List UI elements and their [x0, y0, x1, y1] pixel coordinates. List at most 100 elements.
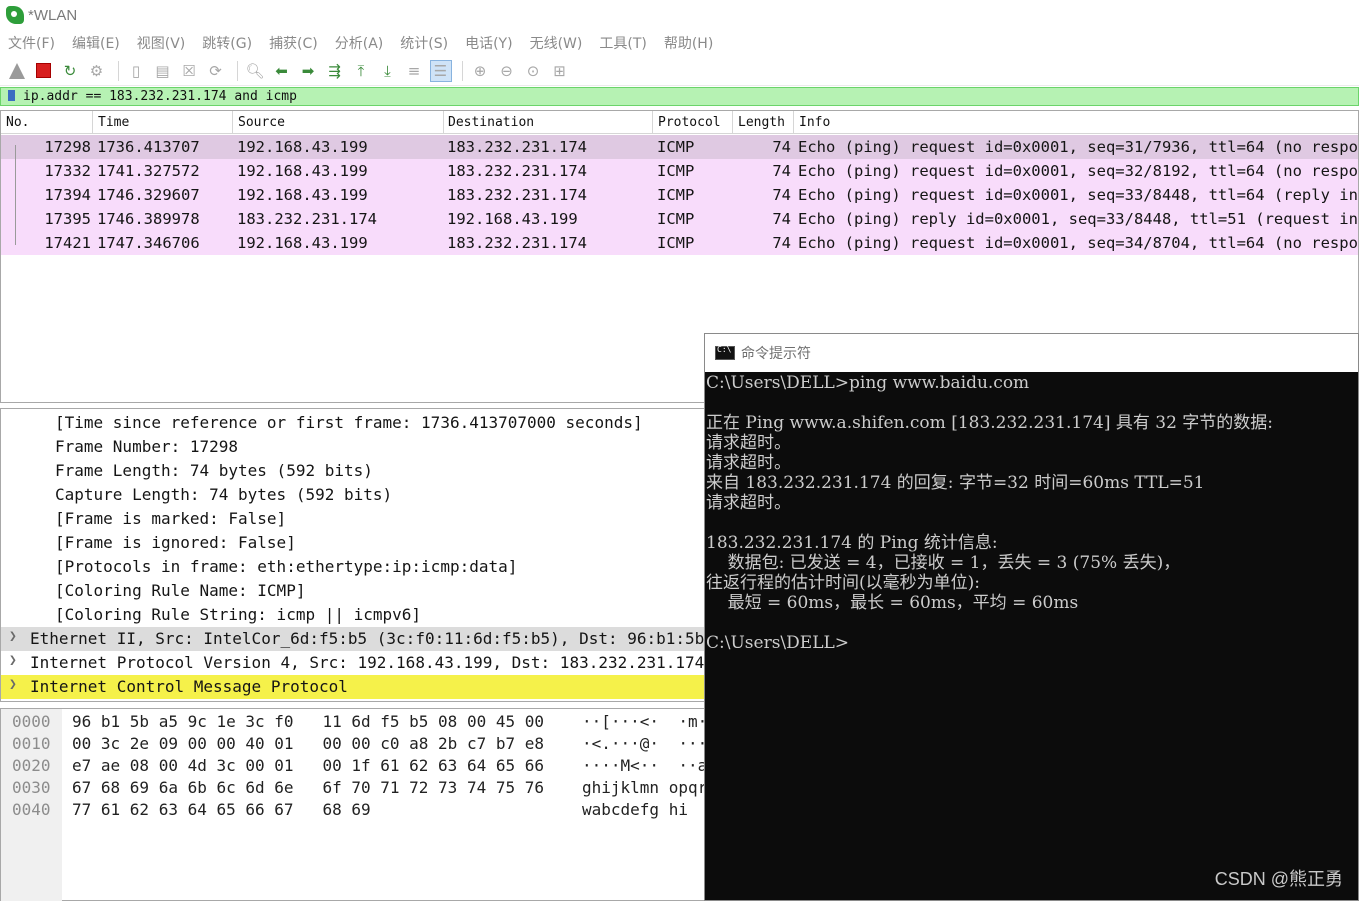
- column-info[interactable]: Info: [799, 115, 830, 130]
- bookmark-icon[interactable]: [6, 89, 19, 105]
- menu-telephony[interactable]: 电话(Y): [465, 33, 512, 53]
- go-last-icon[interactable]: ⤓: [377, 60, 399, 82]
- byte-hex[interactable]: 77 61 62 63 64 65 66 67 68 69: [72, 800, 371, 819]
- column-length[interactable]: Length: [738, 115, 785, 130]
- tree-ethernet[interactable]: ❯ Ethernet II, Src: IntelCor_6d:f5:b5 (3…: [1, 627, 705, 651]
- capture-options-icon[interactable]: ⚙: [86, 60, 108, 82]
- stop-capture-icon[interactable]: [33, 60, 55, 82]
- column-divider: [232, 111, 233, 134]
- byte-offset: 0010: [12, 734, 51, 753]
- packet-length: 74: [772, 210, 791, 228]
- menu-statistics[interactable]: 统计(S): [400, 33, 448, 53]
- byte-hex[interactable]: 00 3c 2e 09 00 00 40 01 00 00 c0 a8 2b c…: [72, 734, 544, 753]
- menu-tools[interactable]: 工具(T): [599, 33, 646, 53]
- packet-protocol: ICMP: [657, 162, 695, 180]
- go-back-icon[interactable]: ⬅: [271, 60, 293, 82]
- packet-info: Echo (ping) request id=0x0001, seq=33/84…: [798, 186, 1359, 204]
- expand-arrow-icon[interactable]: ❯: [9, 653, 17, 668]
- reload-file-icon[interactable]: ⟳: [205, 60, 227, 82]
- column-time[interactable]: Time: [98, 115, 129, 130]
- byte-hex[interactable]: e7 ae 08 00 4d 3c 00 01 00 1f 61 62 63 6…: [72, 756, 544, 775]
- packet-source: 183.232.231.174: [237, 210, 377, 228]
- toolbar-separator: [462, 60, 463, 81]
- column-no[interactable]: No.: [6, 115, 29, 130]
- packet-info: Echo (ping) reply id=0x0001, seq=33/8448…: [798, 210, 1359, 228]
- cmd-title-bar[interactable]: 命令提示符: [705, 334, 1358, 372]
- packet-row[interactable]: 17332 1741.327572 192.168.43.199 183.232…: [1, 159, 1359, 183]
- packet-time: 1736.413707: [97, 138, 200, 156]
- column-divider: [793, 111, 794, 134]
- packet-row[interactable]: 17394 1746.329607 192.168.43.199 183.232…: [1, 183, 1359, 207]
- save-file-icon[interactable]: ▤: [152, 60, 174, 82]
- byte-ascii[interactable]: ····M<·· ··abcdef: [582, 756, 706, 775]
- expand-arrow-icon[interactable]: ❯: [9, 629, 17, 644]
- menu-wireless[interactable]: 无线(W): [530, 33, 583, 53]
- zoom-out-icon[interactable]: ⊖: [496, 60, 518, 82]
- packet-no: 17298: [44, 138, 91, 156]
- byte-ascii[interactable]: ·<.···@· ····+···: [582, 734, 706, 753]
- packet-length: 74: [772, 234, 791, 252]
- wireshark-logo-icon: [6, 6, 24, 24]
- packet-time: 1746.329607: [97, 186, 200, 204]
- find-packet-icon[interactable]: 🔍︎: [244, 60, 266, 82]
- column-source[interactable]: Source: [238, 115, 285, 130]
- byte-ascii[interactable]: ··[···<· ·m···E·: [582, 712, 706, 731]
- colorize-icon[interactable]: ☰: [429, 59, 452, 82]
- resize-columns-icon[interactable]: ⊞: [549, 60, 571, 82]
- auto-scroll-icon[interactable]: ≡: [403, 60, 425, 82]
- expand-arrow-icon[interactable]: ❯: [9, 677, 17, 692]
- detail-line[interactable]: [Frame is ignored: False]: [55, 533, 296, 552]
- packet-row[interactable]: 17421 1747.346706 192.168.43.199 183.232…: [1, 231, 1359, 255]
- close-file-icon[interactable]: ☒: [178, 60, 200, 82]
- menu-edit[interactable]: 编辑(E): [72, 33, 120, 53]
- go-to-packet-icon[interactable]: ⇶: [324, 60, 346, 82]
- byte-ascii[interactable]: ghijklmn opqrstuv: [582, 778, 706, 797]
- detail-line[interactable]: [Frame is marked: False]: [55, 509, 286, 528]
- watermark: CSDN @熊正勇: [1214, 869, 1343, 889]
- detail-line[interactable]: Frame Number: 17298: [55, 437, 238, 456]
- packet-destination: 183.232.231.174: [447, 186, 587, 204]
- column-divider: [652, 111, 653, 134]
- detail-line[interactable]: Capture Length: 74 bytes (592 bits): [55, 485, 392, 504]
- tree-ip[interactable]: ❯ Internet Protocol Version 4, Src: 192.…: [1, 651, 705, 675]
- tree-ethernet-label: Ethernet II, Src: IntelCor_6d:f5:b5 (3c:…: [30, 629, 705, 648]
- zoom-normal-icon[interactable]: ⊙: [522, 60, 544, 82]
- console-line: 请求超时。: [706, 433, 791, 453]
- tree-icmp[interactable]: ❯ Internet Control Message Protocol: [1, 675, 705, 699]
- menu-capture[interactable]: 捕获(C): [269, 33, 318, 53]
- command-prompt-window[interactable]: 命令提示符 C:\Users\DELL>ping www.baidu.com 正…: [704, 333, 1359, 901]
- open-file-icon[interactable]: ▯: [125, 60, 147, 82]
- menu-analyze[interactable]: 分析(A): [335, 33, 384, 53]
- shark-fin-start-icon[interactable]: [6, 60, 28, 82]
- column-destination[interactable]: Destination: [448, 115, 534, 130]
- byte-hex[interactable]: 67 68 69 6a 6b 6c 6d 6e 6f 70 71 72 73 7…: [72, 778, 544, 797]
- display-filter-input[interactable]: [23, 89, 923, 104]
- byte-offset: 0000: [12, 712, 51, 731]
- restart-capture-icon[interactable]: ↻: [59, 60, 81, 82]
- console-prompt-line[interactable]: C:\Users\DELL>: [706, 633, 849, 653]
- toolbar-separator: [118, 60, 119, 81]
- menu-help[interactable]: 帮助(H): [664, 33, 713, 53]
- menu-view[interactable]: 视图(V): [137, 33, 186, 53]
- packet-row[interactable]: 17298 1736.413707 192.168.43.199 183.232…: [1, 135, 1359, 159]
- cmd-console[interactable]: C:\Users\DELL>ping www.baidu.com 正在 Ping…: [705, 372, 1358, 901]
- detail-line[interactable]: [Coloring Rule Name: ICMP]: [55, 581, 305, 600]
- packet-protocol: ICMP: [657, 210, 695, 228]
- go-forward-icon[interactable]: ➡: [297, 60, 319, 82]
- detail-line[interactable]: [Coloring Rule String: icmp || icmpv6]: [55, 605, 421, 624]
- detail-line[interactable]: [Time since reference or first frame: 17…: [55, 413, 643, 432]
- byte-hex[interactable]: 96 b1 5b a5 9c 1e 3c f0 11 6d f5 b5 08 0…: [72, 712, 544, 731]
- menu-go[interactable]: 跳转(G): [202, 33, 252, 53]
- detail-line[interactable]: Frame Length: 74 bytes (592 bits): [55, 461, 373, 480]
- menu-bar: 文件(F) 编辑(E) 视图(V) 跳转(G) 捕获(C) 分析(A) 统计(S…: [0, 30, 1359, 56]
- byte-ascii[interactable]: wabcdefg hi: [582, 800, 706, 819]
- detail-line[interactable]: [Protocols in frame: eth:ethertype:ip:ic…: [55, 557, 517, 576]
- packet-list-header: No. Time Source Destination Protocol Len…: [1, 111, 1358, 134]
- zoom-in-icon[interactable]: ⊕: [469, 60, 491, 82]
- conversation-bracket: [15, 145, 16, 245]
- column-protocol[interactable]: Protocol: [658, 115, 721, 130]
- go-first-icon[interactable]: ⤒: [350, 60, 372, 82]
- packet-row[interactable]: 17395 1746.389978 183.232.231.174 192.16…: [1, 207, 1359, 231]
- menu-file[interactable]: 文件(F): [8, 33, 55, 53]
- packet-source: 192.168.43.199: [237, 138, 368, 156]
